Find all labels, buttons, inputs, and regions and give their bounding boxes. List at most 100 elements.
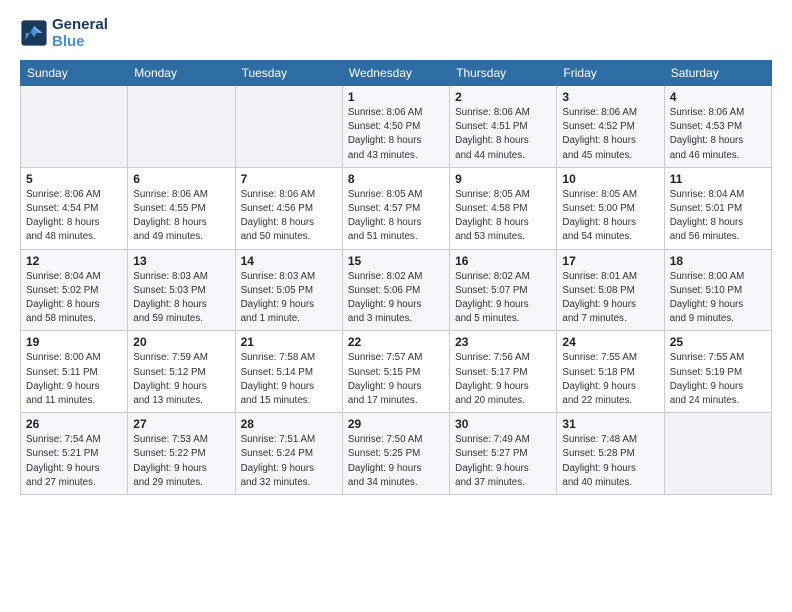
day-info: Sunrise: 8:01 AMSunset: 5:08 PMDaylight:… (562, 270, 658, 327)
day-number: 29 (348, 417, 444, 431)
calendar-cell: 23Sunrise: 7:56 AMSunset: 5:17 PMDayligh… (450, 331, 557, 413)
day-number: 8 (348, 172, 444, 186)
day-number: 9 (455, 172, 551, 186)
weekday-header-row: SundayMondayTuesdayWednesdayThursdayFrid… (21, 61, 772, 86)
day-number: 7 (241, 172, 337, 186)
day-number: 27 (133, 417, 229, 431)
week-row-4: 19 Sunrise: 8:00 AMSunset: 5:11 PMDayligh… (21, 331, 772, 413)
weekday-header-wednesday: Wednesday (342, 61, 449, 86)
calendar-cell: 19 Sunrise: 8:00 AMSunset: 5:11 PMDayligh… (21, 331, 128, 413)
day-info: Sunrise: 7:50 AMSunset: 5:25 PMDaylight:… (348, 433, 444, 490)
calendar-cell: 1 Sunrise: 8:06 AMSunset: 4:50 PMDaylight… (342, 86, 449, 168)
calendar-cell: 9 Sunrise: 8:05 AMSunset: 4:58 PMDaylight… (450, 167, 557, 249)
logo-text: General Blue (52, 16, 108, 50)
day-info: Sunrise: 8:04 AMSunset: 5:02 PMDaylight:… (26, 270, 122, 327)
day-number: 25 (670, 335, 766, 349)
day-info: Sunrise: 8:06 AMSunset: 4:55 PMDaylight:… (133, 188, 229, 245)
week-row-5: 26 Sunrise: 7:54 AMSunset: 5:21 PMDayligh… (21, 413, 772, 495)
day-info: Sunrise: 7:54 AMSunset: 5:21 PMDaylight:… (26, 433, 122, 490)
calendar-cell (235, 86, 342, 168)
day-number: 19 (26, 335, 122, 349)
calendar-cell: 4 Sunrise: 8:06 AMSunset: 4:53 PMDaylight… (664, 86, 771, 168)
day-info: Sunrise: 7:58 AMSunset: 5:14 PMDaylight:… (241, 351, 337, 408)
day-info: Sunrise: 7:55 AMSunset: 5:19 PMDaylight:… (670, 351, 766, 408)
day-number: 14 (241, 254, 337, 268)
calendar-cell (664, 413, 771, 495)
week-row-1: 1 Sunrise: 8:06 AMSunset: 4:50 PMDaylight… (21, 86, 772, 168)
calendar-cell: 16Sunrise: 8:02 AMSunset: 5:07 PMDayligh… (450, 249, 557, 331)
day-info: Sunrise: 8:06 AMSunset: 4:51 PMDaylight:… (455, 106, 551, 163)
day-number: 16 (455, 254, 551, 268)
calendar-cell: 31Sunrise: 7:48 AMSunset: 5:28 PMDayligh… (557, 413, 664, 495)
weekday-header-friday: Friday (557, 61, 664, 86)
day-info: Sunrise: 8:06 AMSunset: 4:53 PMDaylight:… (670, 106, 766, 163)
logo-icon (20, 19, 48, 47)
day-number: 3 (562, 90, 658, 104)
day-info: Sunrise: 8:05 AMSunset: 4:58 PMDaylight:… (455, 188, 551, 245)
calendar-cell: 22 Sunrise: 7:57 AMSunset: 5:15 PMDayligh… (342, 331, 449, 413)
calendar-cell: 25 Sunrise: 7:55 AMSunset: 5:19 PMDayligh… (664, 331, 771, 413)
page: General Blue SundayMondayTuesdayWednesda… (0, 0, 792, 612)
weekday-header-tuesday: Tuesday (235, 61, 342, 86)
calendar-cell: 14 Sunrise: 8:03 AMSunset: 5:05 PMDayligh… (235, 249, 342, 331)
week-row-3: 12 Sunrise: 8:04 AMSunset: 5:02 PMDayligh… (21, 249, 772, 331)
calendar-cell: 10 Sunrise: 8:05 AMSunset: 5:00 PMDayligh… (557, 167, 664, 249)
calendar-cell: 3 Sunrise: 8:06 AMSunset: 4:52 PMDaylight… (557, 86, 664, 168)
day-info: Sunrise: 7:57 AMSunset: 5:15 PMDaylight:… (348, 351, 444, 408)
calendar-cell (128, 86, 235, 168)
day-info: Sunrise: 7:53 AMSunset: 5:22 PMDaylight:… (133, 433, 229, 490)
day-number: 12 (26, 254, 122, 268)
day-number: 11 (670, 172, 766, 186)
day-number: 1 (348, 90, 444, 104)
calendar-cell: 8Sunrise: 8:05 AMSunset: 4:57 PMDaylight… (342, 167, 449, 249)
calendar-cell: 11 Sunrise: 8:04 AMSunset: 5:01 PMDayligh… (664, 167, 771, 249)
day-number: 24 (562, 335, 658, 349)
calendar-cell (21, 86, 128, 168)
day-info: Sunrise: 8:00 AMSunset: 5:11 PMDaylight:… (26, 351, 122, 408)
calendar-cell: 6 Sunrise: 8:06 AMSunset: 4:55 PMDaylight… (128, 167, 235, 249)
calendar-cell: 15 Sunrise: 8:02 AMSunset: 5:06 PMDayligh… (342, 249, 449, 331)
day-info: Sunrise: 7:59 AMSunset: 5:12 PMDaylight:… (133, 351, 229, 408)
calendar-cell: 5Sunrise: 8:06 AMSunset: 4:54 PMDaylight… (21, 167, 128, 249)
day-info: Sunrise: 8:06 AMSunset: 4:56 PMDaylight:… (241, 188, 337, 245)
day-number: 10 (562, 172, 658, 186)
header: General Blue (20, 16, 772, 50)
day-number: 18 (670, 254, 766, 268)
day-info: Sunrise: 8:02 AMSunset: 5:06 PMDaylight:… (348, 270, 444, 327)
day-number: 15 (348, 254, 444, 268)
day-number: 5 (26, 172, 122, 186)
calendar-cell: 18Sunrise: 8:00 AMSunset: 5:10 PMDayligh… (664, 249, 771, 331)
calendar-cell: 7 Sunrise: 8:06 AMSunset: 4:56 PMDaylight… (235, 167, 342, 249)
calendar-cell: 20 Sunrise: 7:59 AMSunset: 5:12 PMDayligh… (128, 331, 235, 413)
calendar-cell: 2Sunrise: 8:06 AMSunset: 4:51 PMDaylight… (450, 86, 557, 168)
calendar-cell: 28Sunrise: 7:51 AMSunset: 5:24 PMDayligh… (235, 413, 342, 495)
calendar-cell: 12 Sunrise: 8:04 AMSunset: 5:02 PMDayligh… (21, 249, 128, 331)
day-number: 6 (133, 172, 229, 186)
calendar-cell: 21 Sunrise: 7:58 AMSunset: 5:14 PMDayligh… (235, 331, 342, 413)
day-number: 4 (670, 90, 766, 104)
calendar-cell: 17 Sunrise: 8:01 AMSunset: 5:08 PMDayligh… (557, 249, 664, 331)
calendar-cell: 29 Sunrise: 7:50 AMSunset: 5:25 PMDayligh… (342, 413, 449, 495)
calendar-table: SundayMondayTuesdayWednesdayThursdayFrid… (20, 60, 772, 495)
day-info: Sunrise: 8:06 AMSunset: 4:52 PMDaylight:… (562, 106, 658, 163)
day-info: Sunrise: 8:04 AMSunset: 5:01 PMDaylight:… (670, 188, 766, 245)
weekday-header-monday: Monday (128, 61, 235, 86)
day-number: 21 (241, 335, 337, 349)
day-number: 30 (455, 417, 551, 431)
logo: General Blue (20, 16, 108, 50)
weekday-header-sunday: Sunday (21, 61, 128, 86)
day-number: 26 (26, 417, 122, 431)
day-number: 22 (348, 335, 444, 349)
calendar-cell: 24Sunrise: 7:55 AMSunset: 5:18 PMDayligh… (557, 331, 664, 413)
day-info: Sunrise: 8:03 AMSunset: 5:05 PMDaylight:… (241, 270, 337, 327)
calendar-cell: 26 Sunrise: 7:54 AMSunset: 5:21 PMDayligh… (21, 413, 128, 495)
day-info: Sunrise: 8:06 AMSunset: 4:50 PMDaylight:… (348, 106, 444, 163)
day-info: Sunrise: 8:05 AMSunset: 5:00 PMDaylight:… (562, 188, 658, 245)
day-number: 28 (241, 417, 337, 431)
day-number: 20 (133, 335, 229, 349)
day-number: 17 (562, 254, 658, 268)
calendar-cell: 27 Sunrise: 7:53 AMSunset: 5:22 PMDayligh… (128, 413, 235, 495)
day-number: 13 (133, 254, 229, 268)
weekday-header-thursday: Thursday (450, 61, 557, 86)
week-row-2: 5Sunrise: 8:06 AMSunset: 4:54 PMDaylight… (21, 167, 772, 249)
